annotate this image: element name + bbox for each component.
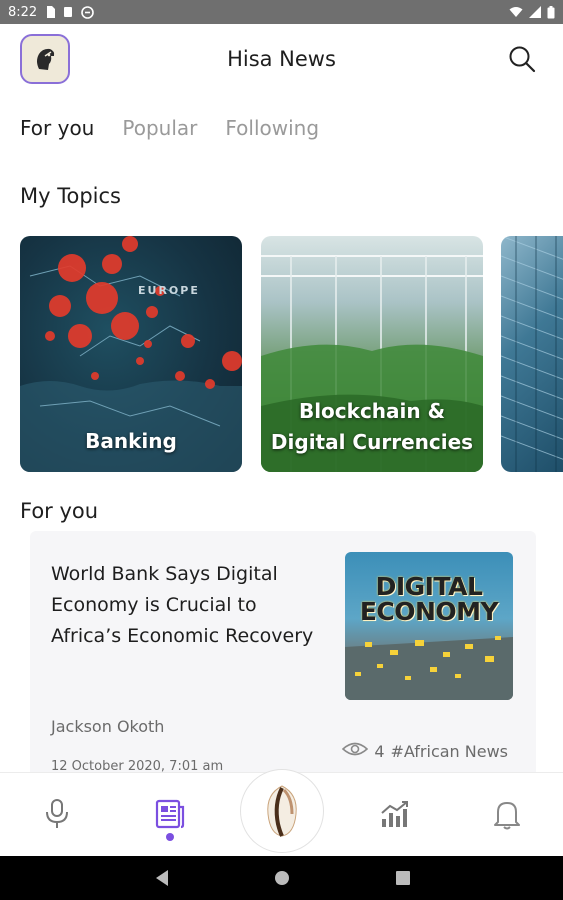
podcast-mic-icon[interactable] [40,797,74,831]
sync-icon [81,5,95,19]
view-count: 4 [374,741,385,761]
article-card[interactable]: World Bank Says Digital Economy is Cruci… [30,531,536,781]
article-tag[interactable]: #African News [391,742,509,761]
tab-following[interactable]: Following [225,116,319,140]
article-thumbnail[interactable]: DIGITAL ECONOMY [345,552,513,700]
topic-label-banking: Banking [85,429,177,453]
for-you-heading: For you [20,499,99,523]
tab-for-you[interactable]: For you [20,116,94,140]
app-header: Hisa News [0,24,563,96]
active-indicator-dot [166,833,174,841]
wifi-icon [509,6,523,18]
eye-icon [342,741,369,761]
tab-popular[interactable]: Popular [122,116,197,140]
svg-text:EUROPE: EUROPE [138,284,200,297]
news-article-icon[interactable] [153,797,187,831]
article-author[interactable]: Jackson Okoth [51,717,164,736]
shell-logo-icon[interactable] [240,769,324,853]
article-title[interactable]: World Bank Says Digital Economy is Cruci… [51,559,321,652]
battery-icon [547,5,555,19]
status-bar: 8:22 [0,0,563,24]
market-chart-icon[interactable] [378,797,412,831]
topic-label-blockchain-line1: Blockchain & [298,399,446,423]
my-topics-heading: My Topics [20,184,121,208]
topics-carousel[interactable]: EUROPE Banking Blockchain & Digital Curr… [20,236,563,472]
system-nav-bar [0,856,563,900]
storage-icon [63,6,73,18]
notification-bell-icon[interactable] [490,797,524,831]
thumbnail-text-line1: DIGITAL [375,572,483,601]
search-icon[interactable] [507,44,537,74]
back-icon[interactable] [153,868,171,892]
feed-tabs: For you Popular Following [20,116,319,140]
topic-label-blockchain-line2: Digital Currencies [270,430,474,454]
home-icon[interactable] [273,868,291,892]
topic-card-partial[interactable] [501,236,563,472]
status-time: 8:22 [8,4,38,20]
article-meta: 4 #African News [342,741,508,761]
bottom-nav [0,769,563,856]
sim-card-icon [45,6,56,18]
signal-icon [529,6,541,18]
topic-card-blockchain[interactable]: Blockchain & Digital Currencies [261,236,483,472]
recents-icon[interactable] [394,868,412,892]
skyscraper-image [501,236,563,472]
thumbnail-text-line2: ECONOMY [359,597,499,626]
app-title: Hisa News [227,47,336,71]
topic-card-banking[interactable]: EUROPE Banking [20,236,242,472]
thumbnail-text: DIGITAL ECONOMY [345,574,513,624]
